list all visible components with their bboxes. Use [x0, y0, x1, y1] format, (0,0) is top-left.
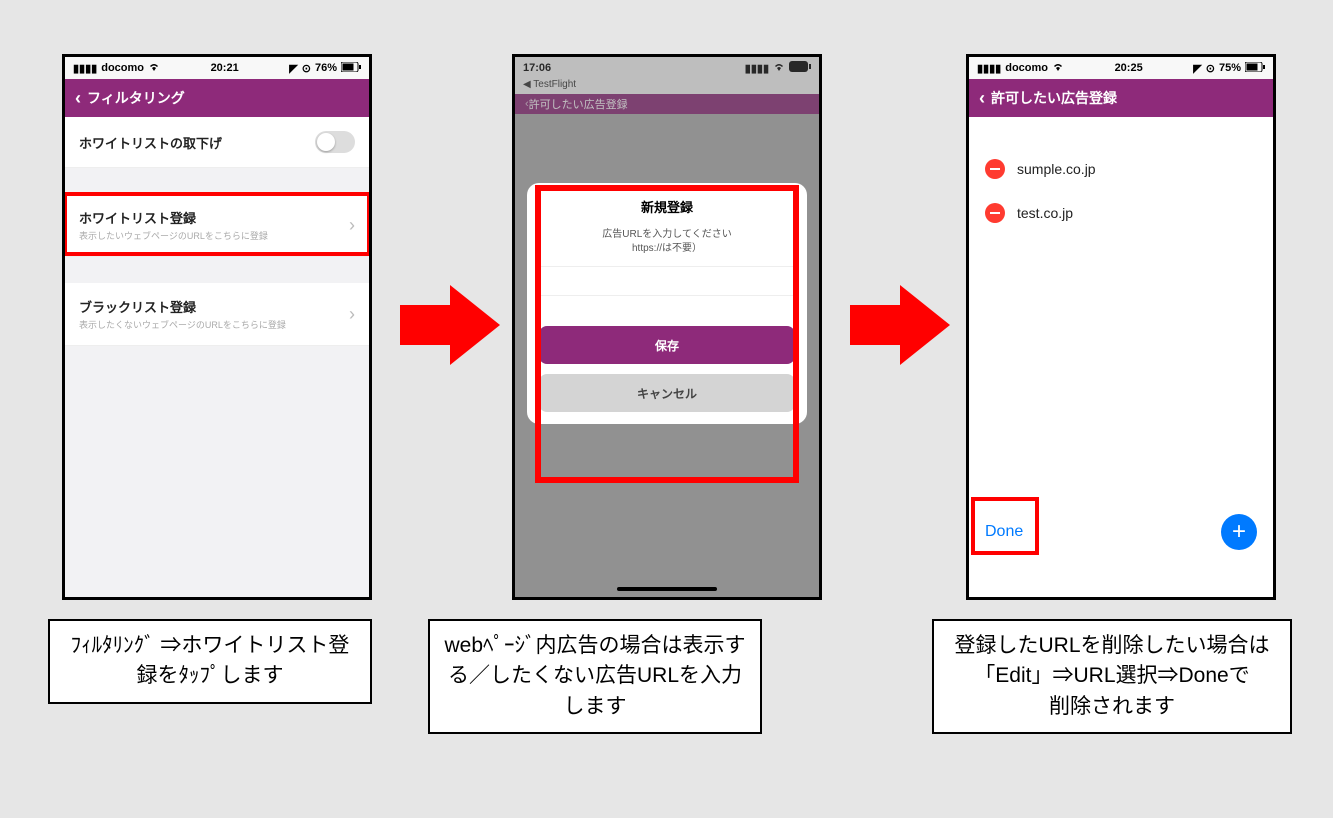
phone-screenshot-3: ▮▮▮▮ docomo 20:25 ◤ ⊙ 75% ‹ 許可したい広告登録 [966, 54, 1276, 600]
status-bar: ▮▮▮▮ docomo 20:25 ◤ ⊙ 75% [969, 57, 1273, 79]
toggle-switch[interactable] [315, 131, 355, 153]
home-indicator [617, 587, 717, 591]
delete-icon[interactable] [985, 159, 1005, 179]
row-subtitle: 表示したくないウェブページのURLをこちらに登録 [79, 318, 286, 331]
back-chevron-icon[interactable]: ‹ [75, 89, 81, 107]
location-icon: ◤ [289, 62, 297, 75]
clock: 20:21 [211, 62, 239, 74]
arrow-right-icon [850, 280, 950, 370]
status-bar: ▮▮▮▮ docomo 20:21 ◤ ⊙ 76% [65, 57, 369, 79]
nav-title: フィルタリング [87, 88, 185, 108]
arrow-right-icon [400, 280, 500, 370]
signal-icon: ▮▮▮▮ [977, 62, 1001, 75]
carrier-label: docomo [101, 62, 144, 74]
delete-icon[interactable] [985, 203, 1005, 223]
battery-label: 75% [1219, 62, 1241, 74]
modal-new-registration: 新規登録 広告URLを入力してください https://は不要） 保存 キャンセ… [527, 183, 807, 424]
signal-icon: ▮▮▮▮ [73, 62, 97, 75]
row-whitelist-remove[interactable]: ホワイトリストの取下げ [65, 117, 369, 168]
phone-screenshot-1: ▮▮▮▮ docomo 20:21 ◤ ⊙ 76% ‹ フィルタリング [62, 54, 372, 600]
phone-screenshot-2: 17:06 ▮▮▮▮ ◀ TestFlight ‹ 許可したい広告登録 新規登録… [512, 54, 822, 600]
cancel-button[interactable]: キャンセル [539, 374, 795, 412]
nav-bar: ‹ フィルタリング [65, 79, 369, 117]
location-icon: ◤ [1193, 62, 1201, 75]
back-chevron-icon[interactable]: ‹ [979, 89, 985, 107]
list-item[interactable]: sumple.co.jp [969, 147, 1273, 191]
alarm-icon: ⊙ [1206, 62, 1215, 75]
save-button[interactable]: 保存 [539, 326, 795, 364]
url-input[interactable] [539, 267, 795, 295]
alarm-icon: ⊙ [302, 62, 311, 75]
list-item[interactable]: test.co.jp [969, 191, 1273, 235]
nav-title: 許可したい広告登録 [991, 88, 1117, 108]
chevron-right-icon: › [349, 304, 355, 325]
modal-hint: 広告URLを入力してください https://は不要） [539, 228, 795, 256]
caption-3: 登録したURLを削除したい場合は「Edit」⇒URL選択⇒Doneで 削除されま… [932, 619, 1292, 734]
row-whitelist-register[interactable]: ホワイトリスト登録 表示したいウェブページのURLをこちらに登録 › [65, 194, 369, 257]
row-title: ブラックリスト登録 [79, 297, 286, 316]
chevron-right-icon: › [349, 215, 355, 236]
battery-icon [341, 62, 361, 75]
row-subtitle: 表示したいウェブページのURLをこちらに登録 [79, 229, 268, 242]
carrier-label: docomo [1005, 62, 1048, 74]
row-title: ホワイトリスト登録 [79, 208, 268, 227]
battery-icon [1245, 62, 1265, 75]
list-item-label: sumple.co.jp [1017, 161, 1096, 177]
battery-label: 76% [315, 62, 337, 74]
plus-icon: + [1232, 518, 1246, 546]
wifi-icon [1052, 62, 1064, 75]
caption-1: ﾌｨﾙﾀﾘﾝｸﾞ ⇒ホワイトリスト登録をﾀｯﾌﾟします [48, 619, 372, 704]
row-blacklist-register[interactable]: ブラックリスト登録 表示したくないウェブページのURLをこちらに登録 › [65, 283, 369, 346]
add-button[interactable]: + [1221, 514, 1257, 550]
modal-title: 新規登録 [539, 197, 795, 216]
wifi-icon [148, 62, 160, 75]
caption-2: webﾍﾟｰｼﾞ内広告の場合は表示する／したくない広告URLを入力します [428, 619, 762, 734]
row-title: ホワイトリストの取下げ [79, 133, 222, 152]
list-item-label: test.co.jp [1017, 205, 1073, 221]
clock: 20:25 [1115, 62, 1143, 74]
nav-bar: ‹ 許可したい広告登録 [969, 79, 1273, 117]
done-button[interactable]: Done [985, 523, 1023, 541]
